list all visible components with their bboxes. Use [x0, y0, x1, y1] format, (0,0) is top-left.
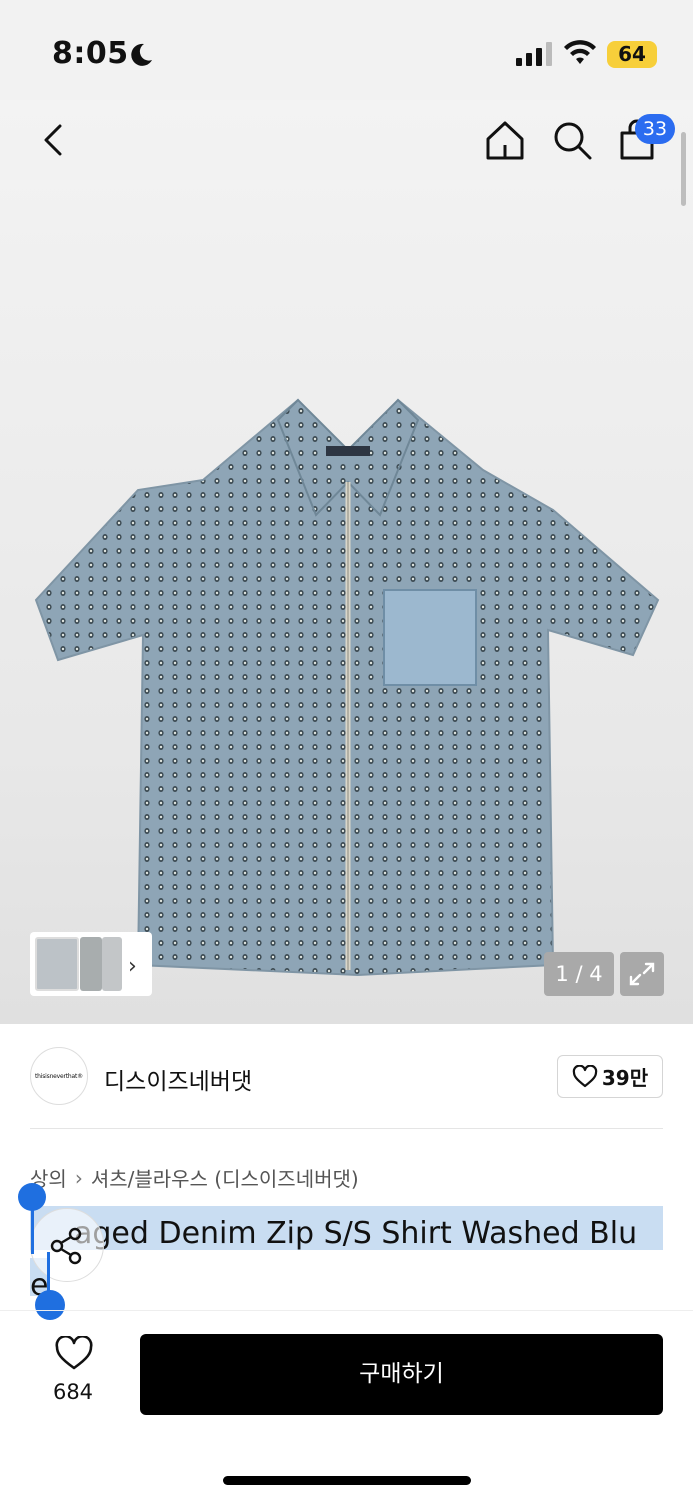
moon-icon — [131, 43, 152, 66]
product-image[interactable] — [28, 390, 668, 990]
home-icon[interactable] — [483, 118, 527, 162]
wishlist-count: 684 — [52, 1380, 94, 1404]
divider — [0, 1310, 693, 1311]
breadcrumb-item[interactable]: 셔츠/블라우스 (디스이즈네버댓) — [91, 1163, 359, 1192]
share-icon — [50, 1227, 82, 1265]
cart-count-badge[interactable]: 33 — [635, 114, 675, 144]
home-indicator[interactable] — [223, 1476, 471, 1485]
image-page-counter: 1 / 4 — [544, 952, 614, 996]
brand-like-count: 39만 — [601, 1066, 649, 1090]
scrollbar[interactable] — [681, 132, 686, 206]
selection-end-handle[interactable] — [35, 1290, 65, 1320]
expand-icon — [629, 962, 655, 986]
selection-handle-line — [31, 1208, 34, 1254]
cellular-signal-icon — [516, 42, 552, 66]
thumbnail-1[interactable] — [35, 937, 79, 991]
thumbnail-2[interactable] — [80, 937, 102, 991]
heart-icon — [572, 1064, 598, 1087]
brand-logo[interactable]: thisisneverthat® — [30, 1047, 88, 1105]
chevron-right-icon[interactable]: › — [128, 954, 137, 979]
battery-indicator: 64 — [607, 41, 657, 68]
expand-image-button[interactable] — [620, 952, 664, 996]
product-image-gallery[interactable]: › 1 / 4 — [0, 100, 693, 1024]
search-icon[interactable] — [550, 118, 594, 162]
brand-name[interactable]: 디스이즈네버댓 — [104, 1062, 252, 1096]
thumbnail-3[interactable] — [102, 937, 122, 991]
status-bar: 8:05 64 — [0, 0, 693, 100]
brand-like-button[interactable]: 39만 — [557, 1055, 663, 1098]
back-button[interactable] — [38, 120, 70, 160]
wifi-icon — [564, 40, 596, 64]
heart-icon — [55, 1334, 93, 1370]
chevron-right-icon: › — [74, 1165, 83, 1190]
product-title-text: aged Denim Zip S/S Shirt Washed Blu — [74, 1216, 638, 1251]
share-button[interactable] — [30, 1208, 104, 1282]
breadcrumb: 상의 › 셔츠/블라우스 (디스이즈네버댓) — [30, 1163, 359, 1192]
selection-start-handle[interactable] — [18, 1183, 46, 1211]
divider — [30, 1128, 663, 1129]
buy-button[interactable]: 구매하기 — [140, 1334, 663, 1415]
status-time: 8:05 — [52, 36, 129, 71]
product-title[interactable]: aged Denim Zip S/S Shirt Washed Blu e — [30, 1208, 670, 1312]
